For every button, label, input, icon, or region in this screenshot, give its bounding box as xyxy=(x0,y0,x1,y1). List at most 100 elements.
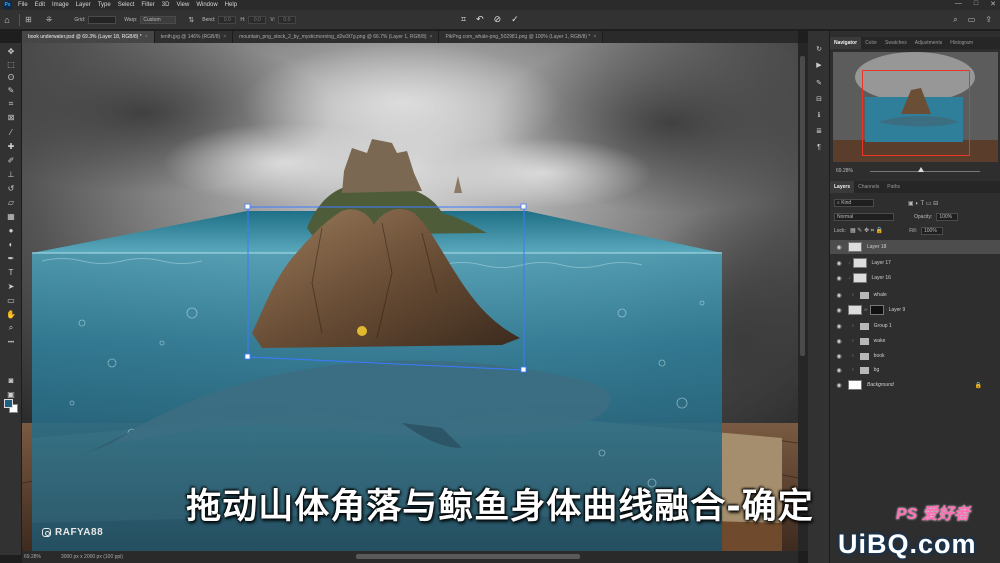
h-field[interactable]: 0.0 xyxy=(248,15,267,24)
tab-histogram[interactable]: Histogram xyxy=(946,37,977,49)
zoom-tool-icon[interactable]: ⌕ xyxy=(4,323,18,333)
zoom-level[interactable]: 69.28% xyxy=(24,554,41,560)
visibility-eye-icon[interactable]: ◉ xyxy=(834,367,844,374)
healing-brush-icon[interactable]: ✚ xyxy=(4,141,18,151)
tab-swatches[interactable]: Swatches xyxy=(881,37,911,49)
visibility-eye-icon[interactable]: ◉ xyxy=(834,338,844,345)
properties-icon[interactable]: ≣ xyxy=(814,126,824,136)
menu-3d[interactable]: 3D xyxy=(162,2,170,8)
expand-arrow-icon[interactable]: › xyxy=(852,353,854,359)
layer-row[interactable]: ◉ › whale xyxy=(830,288,1000,302)
eraser-tool-icon[interactable]: ▱ xyxy=(4,197,18,207)
shape-tool-icon[interactable]: ▭ xyxy=(4,295,18,305)
eyedropper-tool-icon[interactable]: ⁄ xyxy=(4,127,18,137)
search-icon[interactable]: ⌕ xyxy=(953,15,957,25)
layer-row[interactable]: ◉ Layer 18 xyxy=(830,240,1000,254)
opacity-field[interactable]: 100% xyxy=(936,213,959,221)
close-icon[interactable]: × xyxy=(145,34,148,40)
layer-row[interactable]: ◉ ↓ Layer 17 xyxy=(830,256,1000,270)
visibility-eye-icon[interactable]: ◉ xyxy=(834,353,844,360)
undo-icon[interactable]: ↶ xyxy=(476,14,484,25)
visibility-eye-icon[interactable]: ◉ xyxy=(834,275,844,282)
type-tool-icon[interactable]: T xyxy=(4,267,18,277)
menu-help[interactable]: Help xyxy=(225,2,237,8)
navigator-zoom-knob[interactable] xyxy=(918,167,924,172)
gradient-tool-icon[interactable]: ▦ xyxy=(4,211,18,221)
dodge-tool-icon[interactable]: ◐ xyxy=(4,239,18,249)
layer-row[interactable]: ◉ Background 🔒 xyxy=(830,378,1000,392)
visibility-eye-icon[interactable]: ◉ xyxy=(834,260,844,267)
workspace-icon[interactable]: ▭ xyxy=(968,15,976,25)
visibility-eye-icon[interactable]: ◉ xyxy=(834,244,844,251)
clone-stamp-icon[interactable]: ⊥ xyxy=(4,169,18,179)
tab-book-underwater[interactable]: book underwater.psd @ 69.3% (Layer 18, R… xyxy=(22,31,155,43)
visibility-eye-icon[interactable]: ◉ xyxy=(834,307,844,314)
tab-layers[interactable]: Layers xyxy=(830,181,855,193)
minimize-button[interactable]: — xyxy=(955,0,962,10)
horizontal-scrollbar[interactable] xyxy=(356,554,580,559)
commit-check-icon[interactable]: ✓ xyxy=(511,14,519,25)
warp-select[interactable]: Custom xyxy=(140,15,177,24)
marquee-tool-icon[interactable]: ⬚ xyxy=(4,59,18,69)
blur-tool-icon[interactable]: ● xyxy=(4,225,18,235)
quick-select-tool-icon[interactable]: ✎ xyxy=(4,85,18,95)
quick-mask-icon[interactable]: ◙ xyxy=(4,375,18,385)
menu-layer[interactable]: Layer xyxy=(76,2,91,8)
expand-arrow-icon[interactable]: › xyxy=(852,323,854,329)
layer-row[interactable]: ◉ ↓ Layer 16 xyxy=(830,271,1000,285)
close-icon[interactable]: × xyxy=(430,34,433,40)
warp-mode-icon[interactable]: ⌗ xyxy=(461,14,466,25)
expand-arrow-icon[interactable]: › xyxy=(852,292,854,298)
navigator-view-rect[interactable] xyxy=(862,70,970,156)
cancel-icon[interactable]: ⊘ xyxy=(494,14,502,25)
move-tool-icon[interactable]: ✥ xyxy=(4,46,18,56)
bend-field[interactable]: 0.0 xyxy=(218,15,237,24)
fill-field[interactable]: 100% xyxy=(920,227,943,235)
hand-tool-icon[interactable]: ✋ xyxy=(4,309,18,319)
tab-channels[interactable]: Channels xyxy=(854,181,883,193)
layer-row[interactable]: ◉ › wake xyxy=(830,334,1000,348)
navigator-zoom[interactable]: 69.28% xyxy=(836,168,853,174)
tab-paths[interactable]: Paths xyxy=(883,181,904,193)
warp-orientation-icon[interactable]: ⇅ xyxy=(188,16,194,24)
grid-select[interactable] xyxy=(88,15,117,24)
lasso-tool-icon[interactable]: ʘ xyxy=(4,72,18,82)
play-action-icon[interactable]: ▶ xyxy=(814,60,824,70)
menu-window[interactable]: Window xyxy=(196,2,217,8)
frame-tool-icon[interactable]: ⊠ xyxy=(4,112,18,122)
path-select-tool-icon[interactable]: ➤ xyxy=(4,281,18,291)
transform-icon[interactable]: ⊞ xyxy=(25,15,32,24)
menu-filter[interactable]: Filter xyxy=(141,2,154,8)
vertical-scrollbar[interactable] xyxy=(800,56,805,356)
blend-mode-select[interactable]: Normal xyxy=(834,213,894,221)
close-icon[interactable]: × xyxy=(223,34,226,40)
tab-tenth[interactable]: tenth.jpg @ 146% (RGB/8) × xyxy=(154,31,234,43)
document-canvas[interactable] xyxy=(22,43,798,551)
reference-point-icon[interactable]: ⁜ xyxy=(46,15,53,24)
visibility-eye-icon[interactable]: ◉ xyxy=(834,292,844,299)
navigator-zoom-slider[interactable] xyxy=(870,171,980,172)
document-info[interactable]: 3000 px x 2000 px (100 ppi) xyxy=(61,554,123,560)
tab-adjustments[interactable]: Adjustments xyxy=(911,37,947,49)
menu-view[interactable]: View xyxy=(176,2,189,8)
menu-edit[interactable]: Edit xyxy=(35,2,45,8)
expand-arrow-icon[interactable]: › xyxy=(852,367,854,373)
v-field[interactable]: 0.0 xyxy=(277,15,296,24)
layer-row[interactable]: ◉ › book xyxy=(830,349,1000,363)
layer-row[interactable]: ◉ › bg xyxy=(830,363,1000,377)
glyphs-icon[interactable]: ¶ xyxy=(814,142,824,152)
tab-navigator[interactable]: Navigator xyxy=(830,37,862,49)
brush-settings-icon[interactable]: ✎ xyxy=(814,78,824,88)
crop-tool-icon[interactable]: ⌗ xyxy=(4,99,18,109)
adjust-icon[interactable]: ⊟ xyxy=(814,94,824,104)
menu-type[interactable]: Type xyxy=(98,2,111,8)
history-panel-icon[interactable]: ↻ xyxy=(814,44,824,54)
tab-color[interactable]: Color xyxy=(861,37,881,49)
navigator-preview[interactable] xyxy=(833,52,998,162)
menu-file[interactable]: File xyxy=(18,2,28,8)
history-brush-icon[interactable]: ↺ xyxy=(4,183,18,193)
visibility-eye-icon[interactable]: ◉ xyxy=(834,323,844,330)
tab-whale[interactable]: PikPng.com_whale-png_502981.png @ 100% (… xyxy=(439,31,604,43)
layer-row[interactable]: ◉ › Group 1 xyxy=(830,319,1000,333)
share-icon[interactable]: ⇪ xyxy=(985,15,992,25)
